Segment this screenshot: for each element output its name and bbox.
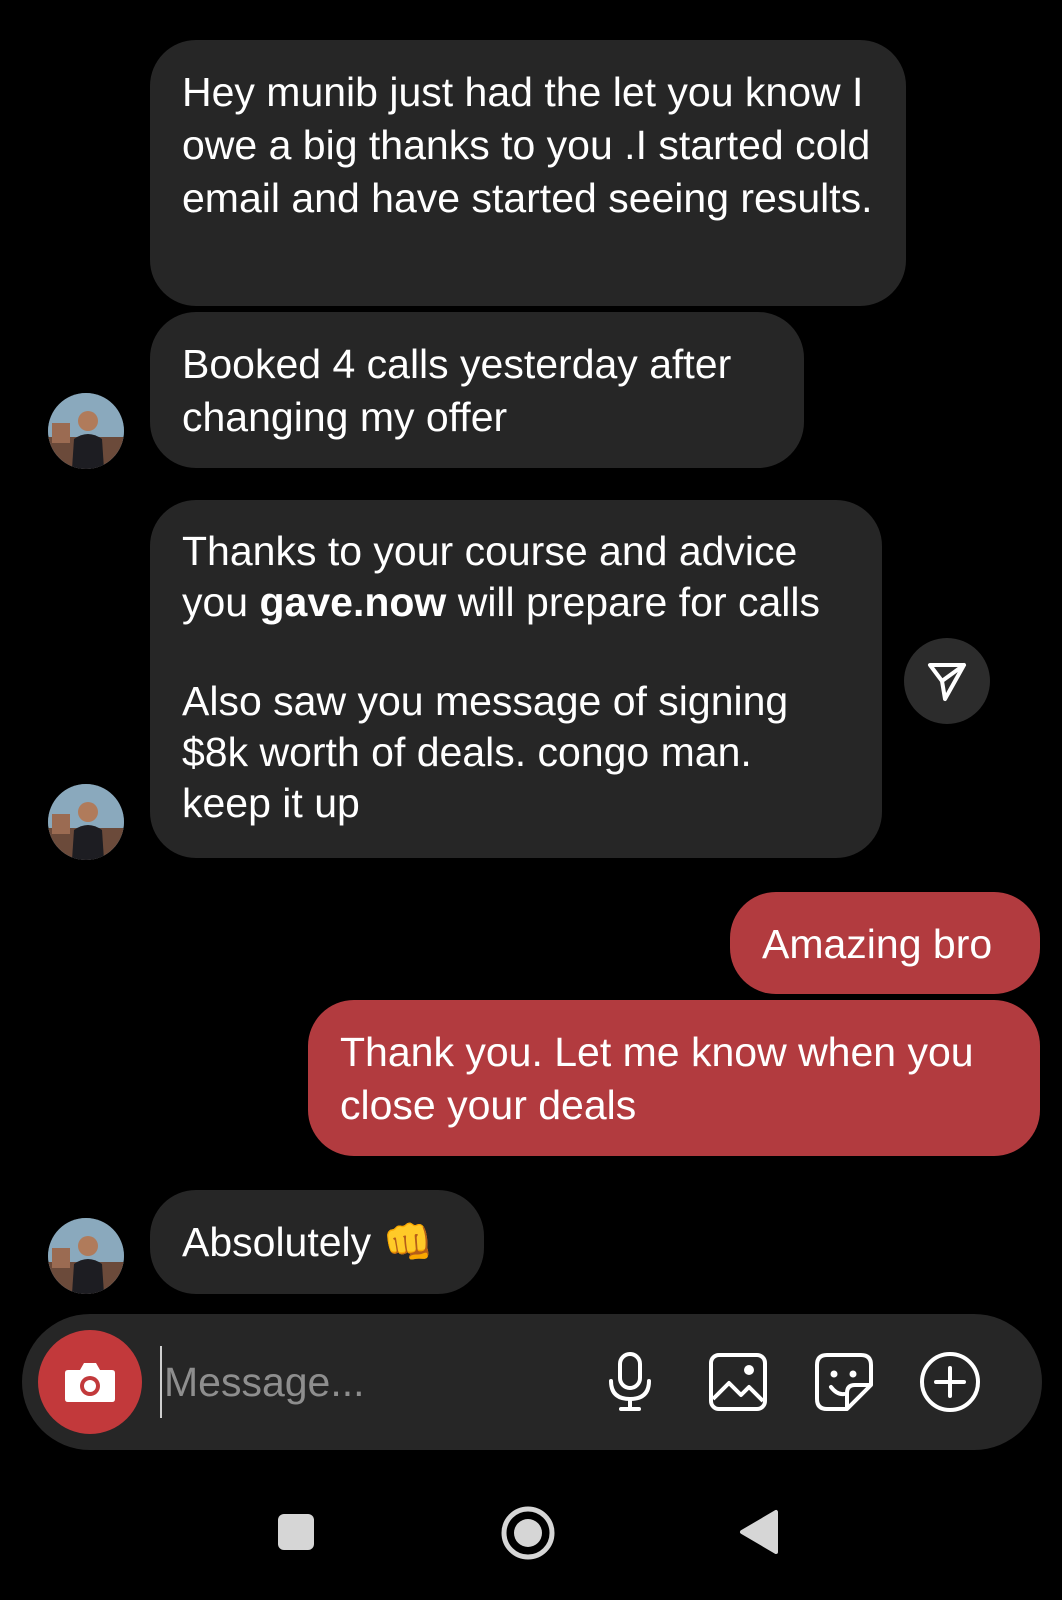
message-composer bbox=[22, 1314, 1042, 1450]
sender-avatar[interactable] bbox=[48, 1218, 124, 1294]
gallery-icon bbox=[709, 1353, 767, 1411]
message-bubble-outgoing[interactable]: Amazing bro bbox=[730, 892, 1040, 994]
back-triangle-icon bbox=[740, 1510, 778, 1554]
recents-square-icon bbox=[278, 1514, 314, 1550]
message-text: Thank you. Let me know when you close yo… bbox=[340, 1029, 974, 1128]
recents-button[interactable] bbox=[276, 1512, 316, 1557]
message-line: Thanks to your course and advice bbox=[182, 528, 798, 574]
share-button[interactable] bbox=[904, 638, 990, 724]
message-bubble-incoming[interactable]: Booked 4 calls yesterday after changing … bbox=[150, 312, 804, 468]
add-button[interactable] bbox=[916, 1348, 984, 1416]
camera-button[interactable] bbox=[38, 1330, 142, 1434]
gallery-button[interactable] bbox=[704, 1348, 772, 1416]
microphone-button[interactable] bbox=[596, 1348, 664, 1416]
camera-icon bbox=[65, 1363, 115, 1402]
sticker-icon bbox=[815, 1353, 873, 1411]
message-bubble-outgoing[interactable]: Thank you. Let me know when you close yo… bbox=[308, 1000, 1040, 1156]
message-text: Amazing bro bbox=[762, 921, 993, 967]
fist-emoji: 👊 bbox=[382, 1219, 434, 1265]
message-line: Also saw you message of signing $8k wort… bbox=[182, 678, 789, 826]
message-input[interactable] bbox=[160, 1346, 606, 1418]
message-text: Absolutely 👊 bbox=[182, 1219, 434, 1265]
sticker-button[interactable] bbox=[810, 1348, 878, 1416]
message-text: Hey munib just had the let you know I ow… bbox=[182, 69, 873, 221]
sender-avatar[interactable] bbox=[48, 784, 124, 860]
bold-text: gave.now bbox=[259, 579, 447, 625]
paper-plane-icon bbox=[928, 663, 966, 701]
back-button[interactable] bbox=[738, 1508, 780, 1561]
sender-avatar[interactable] bbox=[48, 393, 124, 469]
message-text: Booked 4 calls yesterday after changing … bbox=[182, 341, 732, 440]
home-circle-icon bbox=[501, 1506, 555, 1560]
home-button[interactable] bbox=[500, 1505, 556, 1566]
message-bubble-incoming[interactable]: Absolutely 👊 bbox=[150, 1190, 484, 1294]
message-line: you gave.now will prepare for calls bbox=[182, 579, 821, 625]
message-bubble-incoming[interactable]: Thanks to your course and advice you gav… bbox=[150, 500, 882, 858]
add-icon bbox=[920, 1352, 980, 1412]
message-bubble-incoming[interactable]: Hey munib just had the let you know I ow… bbox=[150, 40, 906, 306]
microphone-icon bbox=[609, 1352, 651, 1411]
